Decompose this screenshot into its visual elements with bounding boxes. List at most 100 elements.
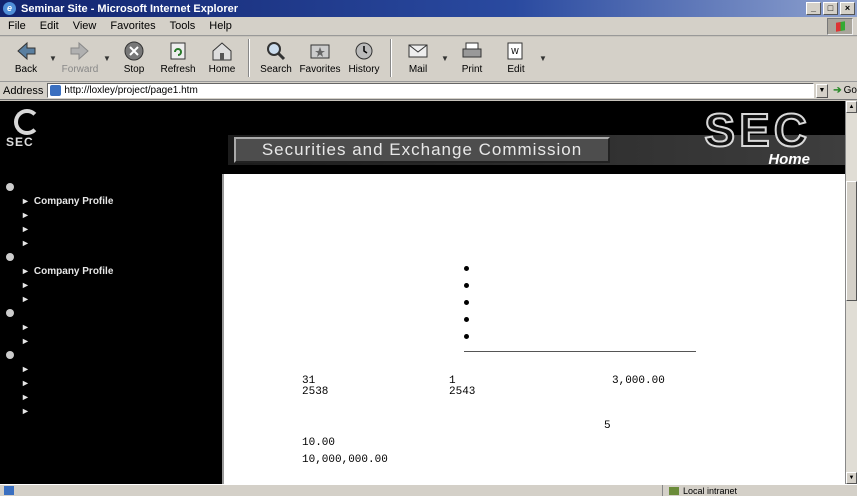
- term-field: 5: [604, 419, 611, 432]
- vertical-scrollbar[interactable]: ▲ ▼: [845, 101, 857, 484]
- arrow-right-icon: ►: [21, 336, 30, 346]
- minimize-button[interactable]: _: [806, 2, 821, 15]
- nav-section[interactable]: [0, 306, 222, 320]
- back-label: Back: [14, 64, 38, 75]
- forward-label: Forward: [61, 64, 99, 75]
- mail-button[interactable]: Mail: [396, 37, 440, 80]
- units-field: 10,000,000.00: [302, 453, 388, 466]
- menu-bar: File Edit View Favorites Tools Help: [0, 17, 857, 36]
- toolbar-separator: [248, 39, 250, 77]
- term-value: 5: [604, 420, 611, 432]
- project-value: 10.00: [302, 437, 336, 449]
- mail-label: Mail: [408, 64, 428, 75]
- favorites-button[interactable]: Favorites: [298, 37, 342, 80]
- nav-item[interactable]: ►: [0, 390, 222, 404]
- registration-value: 3,000.00: [612, 375, 665, 387]
- svg-text:W: W: [511, 47, 519, 56]
- address-label: Address: [3, 84, 44, 97]
- home-icon: [212, 42, 232, 61]
- title-bar: e Seminar Site - Microsoft Internet Expl…: [0, 0, 857, 17]
- nav-item[interactable]: ►: [0, 236, 222, 250]
- mail-icon: [408, 44, 428, 58]
- bullet-icon: [6, 309, 14, 317]
- arrow-right-icon: ►: [21, 196, 30, 206]
- sec-logo-text: SEC: [6, 135, 34, 149]
- nav-item[interactable]: ► Company Profile: [0, 264, 222, 278]
- address-bar: Address http://loxley/project/page1.htm …: [0, 82, 857, 100]
- page-status-icon: [4, 486, 14, 495]
- nav-item[interactable]: ►: [0, 376, 222, 390]
- left-nav: ► Company Profile ► ► ► ► Company Profile …: [0, 174, 222, 484]
- menu-help[interactable]: Help: [209, 20, 232, 32]
- back-arrow-icon: [17, 41, 36, 61]
- banner-sec-logo: SEC: [703, 104, 811, 156]
- home-link[interactable]: Home: [768, 151, 810, 168]
- close-button[interactable]: ×: [840, 2, 855, 15]
- address-input[interactable]: http://loxley/project/page1.htm: [47, 83, 814, 98]
- window-title: Seminar Site - Microsoft Internet Explor…: [21, 2, 238, 15]
- nav-section[interactable]: [0, 348, 222, 362]
- nav-item[interactable]: ► Company Profile: [0, 194, 222, 208]
- maximize-button[interactable]: □: [823, 2, 838, 15]
- scroll-up-icon[interactable]: ▲: [846, 101, 857, 113]
- scroll-thumb[interactable]: [846, 181, 857, 301]
- window-controls: _ □ ×: [806, 2, 855, 15]
- search-label: Search: [260, 64, 292, 75]
- page-icon: [50, 85, 62, 96]
- forward-arrow-icon: [70, 41, 89, 61]
- nav-item[interactable]: ►: [0, 404, 222, 418]
- stop-icon: [124, 41, 144, 61]
- go-arrow-icon: ➔: [833, 85, 842, 96]
- refresh-icon: [170, 42, 186, 60]
- history-label: History: [348, 64, 380, 75]
- home-button[interactable]: Home: [200, 37, 244, 80]
- print-button[interactable]: Print: [450, 37, 494, 80]
- mail-dropdown-arrow-icon[interactable]: ▼: [440, 37, 450, 80]
- search-button[interactable]: Search: [254, 37, 298, 80]
- arrow-right-icon: ►: [21, 406, 30, 416]
- print-icon: [462, 42, 482, 58]
- nav-section[interactable]: [0, 250, 222, 264]
- menu-favorites[interactable]: Favorites: [110, 20, 155, 32]
- nav-item[interactable]: ►: [0, 320, 222, 334]
- menu-file[interactable]: File: [8, 20, 26, 32]
- bullet-icon: [464, 300, 469, 305]
- nav-item[interactable]: ►: [0, 292, 222, 306]
- stop-button[interactable]: Stop: [112, 37, 156, 80]
- address-dropdown-icon[interactable]: ▼: [815, 83, 829, 98]
- refresh-button[interactable]: Refresh: [156, 37, 200, 80]
- ie-logo-icon: e: [3, 2, 16, 15]
- nav-item[interactable]: ►: [0, 208, 222, 222]
- back-button[interactable]: Back: [4, 37, 48, 80]
- site-banner: SEC Securities and Exchange Commission S…: [0, 101, 845, 174]
- scroll-down-icon[interactable]: ▼: [846, 472, 857, 484]
- arrow-right-icon: ►: [21, 266, 30, 276]
- back-dropdown-arrow-icon[interactable]: ▼: [48, 37, 58, 80]
- status-bar: Local intranet: [0, 484, 857, 496]
- edit-dropdown-arrow-icon[interactable]: ▼: [538, 37, 548, 80]
- security-zone: Local intranet: [662, 485, 857, 496]
- bullet-icon: [6, 183, 14, 191]
- menu-view[interactable]: View: [73, 20, 97, 32]
- arrow-right-icon: ►: [21, 224, 30, 234]
- edit-label: Edit: [507, 64, 525, 75]
- history-button[interactable]: History: [342, 37, 386, 80]
- forward-button[interactable]: Forward: [58, 37, 102, 80]
- nav-item[interactable]: ►: [0, 278, 222, 292]
- nav-item[interactable]: ►: [0, 334, 222, 348]
- page-viewport: SEC Securities and Exchange Commission S…: [0, 101, 845, 484]
- nav-item[interactable]: ►: [0, 362, 222, 376]
- nav-item[interactable]: ►: [0, 222, 222, 236]
- favorites-icon: [310, 44, 330, 59]
- bullet-icon: [464, 334, 469, 339]
- nav-section[interactable]: [0, 180, 222, 194]
- banner-title: Securities and Exchange Commission: [234, 137, 610, 163]
- go-button[interactable]: ➔ Go: [833, 85, 857, 96]
- forward-dropdown-arrow-icon[interactable]: ▼: [102, 37, 112, 80]
- list-item: [464, 294, 476, 311]
- menu-edit[interactable]: Edit: [40, 20, 59, 32]
- sec-logo: SEC: [6, 109, 52, 149]
- menu-tools[interactable]: Tools: [170, 20, 196, 32]
- stop-label: Stop: [123, 64, 145, 75]
- edit-button[interactable]: W Edit: [494, 37, 538, 80]
